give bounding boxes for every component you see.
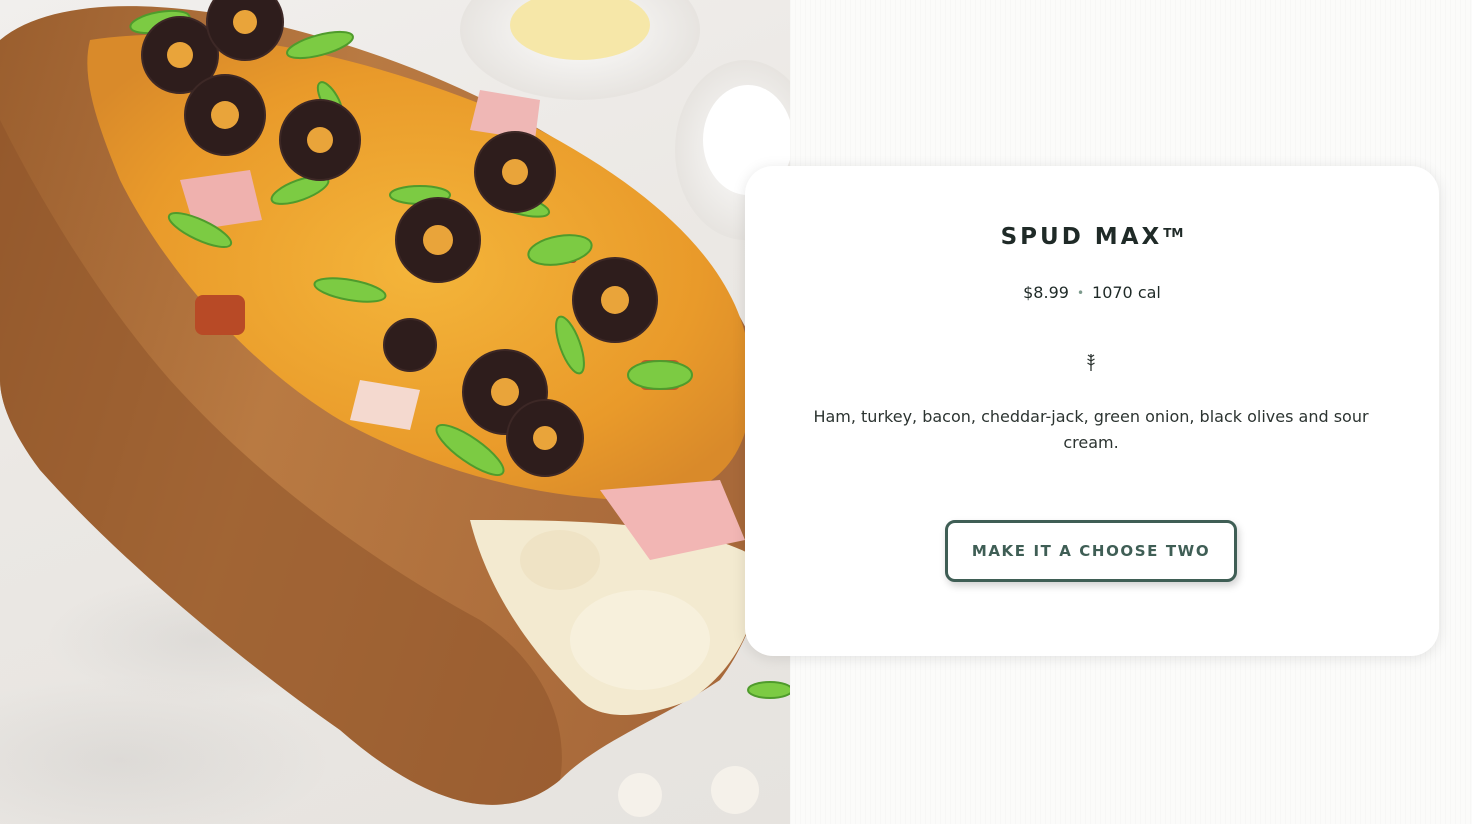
item-price: $8.99 [1023, 283, 1069, 302]
choose-two-button-label: MAKE IT A CHOOSE TWO [971, 542, 1211, 560]
menu-item-page: SPUD MAXTM $8.99 • 1070 cal Ham, turkey, b… [0, 0, 1472, 824]
trademark-symbol: TM [1163, 226, 1184, 240]
item-calories: 1070 cal [1092, 283, 1161, 302]
loaded-potato-illustration [0, 0, 790, 817]
item-name: SPUD MAX [1000, 224, 1163, 250]
separator-dot: • [1076, 285, 1085, 300]
product-photo [0, 0, 790, 824]
choose-two-button[interactable]: MAKE IT A CHOOSE TWO [945, 520, 1237, 582]
item-description: Ham, turkey, bacon, cheddar-jack, green … [813, 407, 1369, 452]
wheat-icon [1087, 354, 1095, 371]
item-title: SPUD MAXTM [745, 224, 1439, 250]
price-calorie-row: $8.99 • 1070 cal [745, 282, 1439, 302]
